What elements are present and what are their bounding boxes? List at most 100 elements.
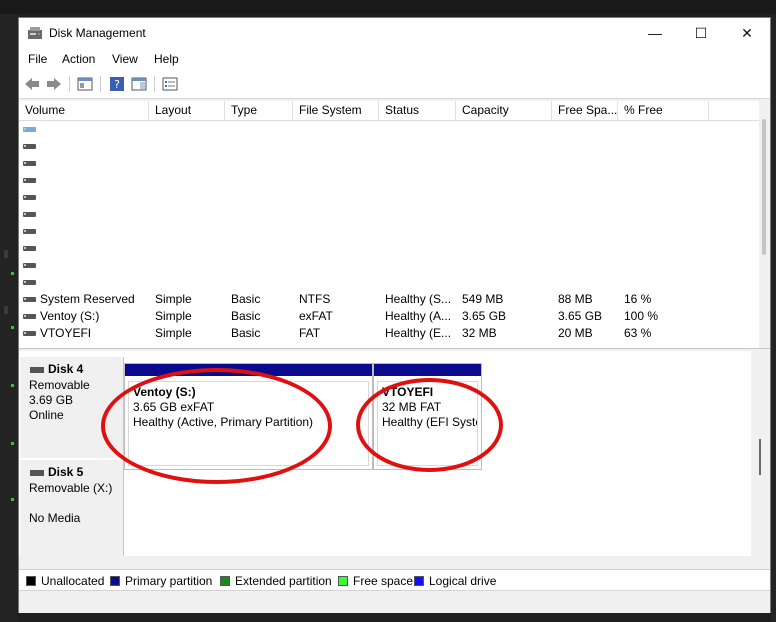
menu-view[interactable]: View [112,52,138,66]
menu-file[interactable]: File [28,52,47,66]
volume-row[interactable] [19,223,759,240]
legend-primary: Primary partition [110,574,212,588]
volume-row[interactable] [19,257,759,274]
column-volume[interactable]: Volume [19,101,149,120]
disk-5-label[interactable]: Disk 5 Removable (X:) No Media [20,460,124,556]
column-file-system[interactable]: File System [293,101,379,120]
volume-file-system: exFAT [299,309,333,323]
volume-file-system: FAT [299,326,321,340]
volume-row[interactable] [19,138,759,155]
background-right-panel [771,14,776,622]
volume-row[interactable] [19,274,759,291]
column-type[interactable]: Type [225,101,293,120]
primary-partition-bar [374,364,481,376]
background-left-panel [0,14,18,622]
volume-file-system: NTFS [299,292,331,306]
disk-size: 3.69 GB [29,393,74,407]
desktop-top-strip [0,0,776,14]
minimize-button[interactable]: — [632,18,678,48]
volume-capacity: 32 MB [462,326,497,340]
volume-row[interactable] [19,172,759,189]
column-layout[interactable]: Layout [149,101,225,120]
maximize-button[interactable]: ☐ [678,18,724,48]
graph-scrollbar[interactable] [751,351,770,556]
disk-kind: Removable (X:) [29,481,113,495]
volume-row[interactable] [19,121,759,138]
volume-row[interactable] [19,206,759,223]
legend-swatch [110,576,120,586]
disk-state: No Media [29,511,81,525]
legend-swatch [414,576,424,586]
volume-row-vtoyefi[interactable]: VTOYEFI Simple Basic FAT Healthy (E... 3… [19,325,759,342]
toolbar: ? [19,70,770,99]
volume-percent-free: 63 % [624,326,652,340]
help-icon[interactable]: ? [109,76,125,92]
column-free-space[interactable]: Free Spa... [552,101,618,120]
toolbar-separator [154,76,155,92]
svg-text:?: ? [114,78,120,91]
properties-icon[interactable] [77,76,93,92]
volume-row[interactable] [19,240,759,257]
show-hide-icon[interactable] [131,76,147,92]
menu-action[interactable]: Action [62,52,95,66]
volume-row[interactable] [19,189,759,206]
toolbar-separator [100,76,101,92]
back-icon[interactable] [24,76,40,92]
drive-icon [23,229,36,234]
toolbar-separator [69,76,70,92]
volume-percent-free: 100 % [624,309,659,323]
scrollbar-thumb[interactable] [762,119,766,255]
drive-icon [23,280,36,285]
bg-indicator [11,498,14,501]
volume-name: VTOYEFI [40,326,92,340]
drive-icon [23,161,36,166]
legend-swatch [26,576,36,586]
red-annotation-circle [101,368,332,484]
scrollbar-thumb[interactable] [759,439,761,475]
settings-list-icon[interactable] [162,76,178,92]
bg-indicator [11,442,14,445]
legend-logical: Logical drive [414,574,496,588]
drive-icon [23,195,36,200]
volume-type: Basic [231,326,261,340]
volume-row-system-reserved[interactable]: System Reserved Simple Basic NTFS Health… [19,291,759,308]
volume-type: Basic [231,292,261,306]
legend-extended: Extended partition [220,574,332,588]
volume-percent-free: 16 % [624,292,652,306]
disk-state: Online [29,408,64,422]
disk-kind: Removable [29,378,90,392]
volume-row-ventoy[interactable]: Ventoy (S:) Simple Basic exFAT Healthy (… [19,308,759,325]
volume-row[interactable] [19,155,759,172]
disk-name: Disk 5 [48,465,84,479]
volume-name: Ventoy (S:) [40,309,100,323]
drive-icon [23,212,36,217]
drive-icon [23,144,36,149]
close-button[interactable]: ✕ [724,18,770,48]
column-percent-free[interactable]: % Free [618,101,709,120]
legend-label: Unallocated [41,574,105,588]
legend-unallocated: Unallocated [26,574,104,588]
window-title: Disk Management [49,26,146,40]
drive-icon [23,127,36,132]
column-status[interactable]: Status [379,101,456,120]
column-capacity[interactable]: Capacity [456,101,552,120]
drive-icon [23,246,36,251]
legend-swatch [338,576,348,586]
column-header: Volume Layout Type File System Status Ca… [19,101,759,121]
disk-icon [30,470,44,476]
bg-indicator [11,326,14,329]
forward-icon[interactable] [46,76,62,92]
volume-list-scrollbar[interactable] [759,101,770,348]
legend-label: Primary partition [125,574,213,588]
volume-free-space: 3.65 GB [558,309,603,323]
menu-help[interactable]: Help [154,52,179,66]
volume-status: Healthy (A... [385,309,452,323]
volume-status: Healthy (E... [385,326,452,340]
drive-icon [23,331,36,336]
disk-graph-view: Disk 4 Removable 3.69 GB Online Disk 5 R… [19,351,751,556]
bg-tick [4,306,8,314]
legend-free-space: Free space [338,574,413,588]
volume-status: Healthy (S... [385,292,452,306]
title-bar[interactable]: Disk Management — ☐ ✕ [19,18,770,48]
legend-label: Logical drive [429,574,497,588]
